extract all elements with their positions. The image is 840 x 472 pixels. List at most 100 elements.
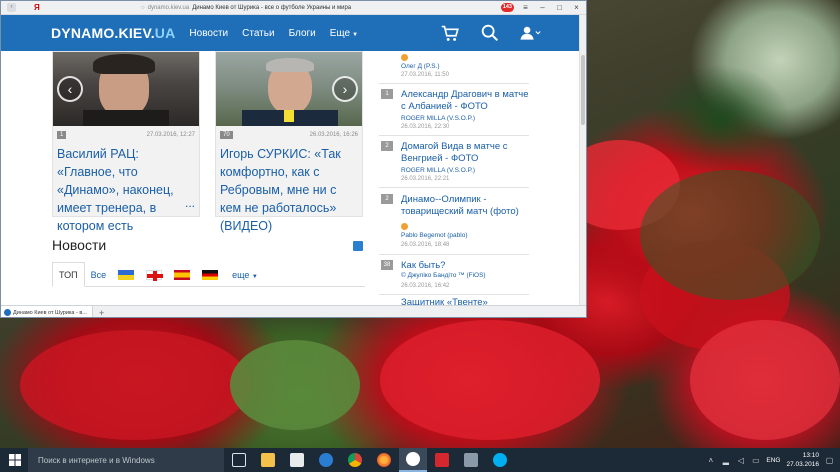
network-icon[interactable]: ▂ (721, 456, 730, 465)
feed-title[interactable]: Динамо--Олимпик - товарищеский матч (фот… (401, 194, 529, 218)
cart-icon[interactable] (439, 22, 461, 44)
card-headline[interactable]: Игорь СУРКИС: «Так комфортно, как с Ребр… (216, 139, 362, 235)
news-card[interactable]: › 70 26.03.2016, 16:26 Игорь СУРКИС: «Та… (215, 51, 363, 233)
site-logo[interactable]: DYNAMO.KIEV.UA (51, 25, 175, 41)
system-tray: ˄ ▂ ◁ ▭ ENG 13:10 27.03.2016 ▢ (706, 448, 834, 472)
nav-blogs[interactable]: Блоги (289, 28, 316, 39)
divider (379, 254, 529, 255)
nav-news[interactable]: Новости (189, 28, 228, 39)
lock-icon: ○ (141, 4, 145, 11)
feed-author[interactable]: Pablo Begemot (pablo) (401, 232, 468, 239)
yandex-logo[interactable]: Я (34, 3, 40, 12)
back-arrow-icon[interactable]: ‹ (7, 3, 16, 12)
task-view-icon (232, 453, 246, 467)
taskbar-search-input[interactable]: Поиск в интернете и в Windows (28, 448, 224, 472)
comment-count: 2 (381, 194, 393, 204)
feed-author[interactable]: ROGER MILLA (V.S.O.P.) (401, 167, 475, 174)
microphone (284, 110, 294, 122)
url-host: dynamo.kiev.ua (147, 4, 190, 11)
taskbar-chrome[interactable] (341, 448, 369, 472)
comment-count: 1 (57, 131, 67, 139)
taskbar-app[interactable] (428, 448, 456, 472)
comment-count: 70 (220, 131, 233, 139)
folder-icon (261, 453, 275, 467)
chevron-up-icon[interactable]: ˄ (706, 456, 715, 465)
ukraine-flag-icon[interactable] (118, 269, 135, 280)
scrollbar[interactable] (579, 15, 586, 317)
tab-more[interactable]: еще ▼ (232, 270, 258, 280)
feed-date: 27.03.2016, 11:50 (401, 72, 449, 78)
feed-date: 26.03.2016, 22:21 (401, 176, 450, 182)
taskbar-firefox[interactable] (370, 448, 398, 472)
browser-window: ‹ Я ○ dynamo.kiev.ua Динамо Киев от Шури… (0, 0, 587, 318)
menu-icon[interactable]: ≡ (520, 2, 531, 13)
scrollbar-thumb[interactable] (581, 55, 585, 125)
search-icon[interactable] (479, 22, 501, 44)
wallpaper-leaf (230, 340, 360, 430)
taskbar-explorer[interactable] (254, 448, 282, 472)
feed-author[interactable]: © Джуліко Бандіто ™ (FiOS) (401, 272, 486, 279)
wallpaper-rose (20, 330, 250, 440)
person-hair (93, 54, 155, 74)
divider (379, 135, 529, 136)
card-headline[interactable]: Василий РАЦ: «Главное, что «Динамо», нак… (53, 139, 199, 235)
address-bar[interactable]: ○ dynamo.kiev.ua Динамо Киев от Шурика -… (141, 5, 351, 11)
comment-count: 38 (381, 260, 393, 270)
site-favicon-icon (4, 309, 11, 316)
news-tabs: ТОП Все еще ▼ (52, 262, 365, 287)
battery-icon[interactable]: ▭ (751, 456, 760, 465)
taskbar: Поиск в интернете и в Windows ˄ ▂ ◁ ▭ EN… (0, 448, 840, 472)
taskbar-app[interactable] (457, 448, 485, 472)
read-more-ellipsis[interactable]: ... (185, 196, 195, 210)
wallpaper-foliage (640, 170, 820, 300)
carousel-next-button[interactable]: › (332, 76, 358, 102)
news-card[interactable]: ‹ 1 27.03.2016, 12:27 Василий РАЦ: «Глав… (52, 51, 200, 233)
browser-tab[interactable]: Динамо Киев от Шурика - в... (1, 306, 93, 317)
comment-count: 2 (381, 141, 393, 151)
tab-all[interactable]: Все (85, 263, 113, 287)
page-title: Динамо Киев от Шурика - все о футболе Ук… (192, 4, 352, 11)
volume-icon[interactable]: ◁ (736, 456, 745, 465)
taskbar-yandex-browser[interactable] (399, 448, 427, 472)
notifications-icon[interactable]: ▢ (825, 456, 834, 465)
feed-title[interactable]: Домагой Вида в матче с Венгрией - ФОТО (401, 141, 529, 165)
news-heading: Новости (52, 237, 107, 253)
divider (379, 294, 529, 295)
browser-titlebar: ‹ Я ○ dynamo.kiev.ua Динамо Киев от Шури… (1, 1, 586, 15)
rss-icon[interactable] (353, 241, 363, 251)
close-icon[interactable]: × (571, 2, 582, 13)
user-icon[interactable] (519, 22, 541, 44)
feed-title[interactable]: Александр Драгович в матче с Албанией - … (401, 89, 529, 113)
england-flag-icon[interactable] (146, 269, 164, 281)
person-jacket (83, 110, 169, 126)
feed-date: 26.03.2016, 22:30 (401, 124, 450, 130)
tab-top[interactable]: ТОП (52, 262, 85, 287)
minimize-icon[interactable]: – (537, 2, 548, 13)
card-photo: ‹ (53, 52, 199, 126)
germany-flag-icon[interactable] (202, 269, 219, 280)
comment-count: 1 (381, 89, 393, 99)
maximize-icon[interactable]: □ (554, 2, 565, 13)
site-navbar: DYNAMO.KIEV.UA Новости Статьи Блоги Еще ▼ (1, 15, 581, 51)
divider (379, 83, 529, 84)
skype-icon (493, 453, 507, 467)
new-tab-button[interactable]: + (99, 308, 104, 318)
windows-logo-icon (9, 454, 21, 466)
spain-flag-icon[interactable] (174, 269, 191, 280)
feed-title[interactable]: Как быть? (401, 260, 529, 272)
clock-time: 13:10 (802, 452, 819, 459)
feed-author[interactable]: ROGER MILLA (V.S.O.P.) (401, 115, 475, 122)
clock[interactable]: 13:10 27.03.2016 (786, 451, 819, 469)
feed-author[interactable]: Олег Д (P.S.) (401, 63, 440, 70)
nav-more[interactable]: Еще ▼ (330, 28, 358, 39)
taskbar-store[interactable] (283, 448, 311, 472)
language-indicator[interactable]: ENG (766, 457, 780, 464)
edge-icon (319, 453, 333, 467)
windows-start-button[interactable] (6, 448, 24, 472)
nav-articles[interactable]: Статьи (242, 28, 274, 39)
taskbar-edge[interactable] (312, 448, 340, 472)
task-view-button[interactable] (225, 448, 253, 472)
carousel-prev-button[interactable]: ‹ (57, 76, 83, 102)
notification-badge[interactable]: 143 (500, 3, 514, 12)
taskbar-skype[interactable] (486, 448, 514, 472)
